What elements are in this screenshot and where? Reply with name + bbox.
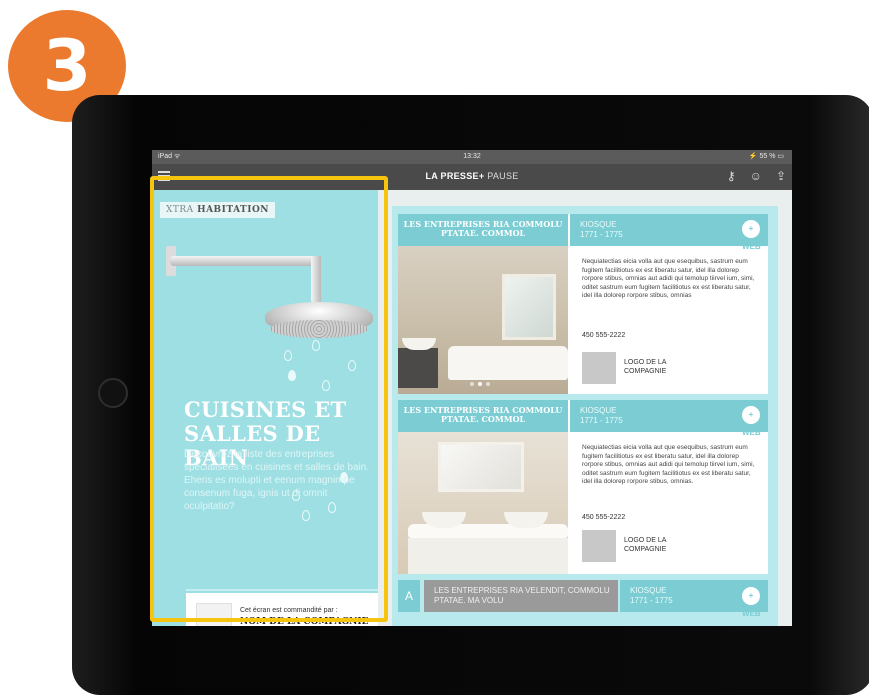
kiosk-range: 1771 - 1775	[580, 230, 623, 239]
company-logo-label: LOGO DE LA COMPAGNIE	[624, 359, 667, 375]
key-icon[interactable]: ⚷	[727, 169, 736, 183]
vanity-shape	[408, 538, 568, 574]
company-card-collapsed[interactable]: A LES ENTREPRISES RIA VELENDIT, COMMOLU …	[398, 580, 768, 618]
company-logo-label: LOGO DE LA COMPAGNIE	[624, 537, 667, 553]
section-label: PAUSE	[487, 171, 519, 181]
company-description: Nequiatectias eicia volla aut que esequi…	[582, 258, 755, 299]
brand-label: LA PRESSE+	[425, 171, 485, 181]
bathtub-shape	[448, 346, 568, 380]
bathroom-photo[interactable]	[398, 246, 568, 394]
battery-indicator: ⚡ 55 % ▭	[748, 153, 784, 160]
company-logo-placeholder	[582, 352, 616, 384]
vanity-shape	[398, 348, 438, 388]
carousel-dots[interactable]	[470, 382, 490, 386]
person-icon[interactable]: ☺	[750, 169, 762, 183]
kiosk-range: 1771 - 1775	[580, 416, 623, 425]
kiosk-label: KIOSQUE	[580, 220, 617, 229]
alpha-index-letter: A	[398, 580, 420, 612]
kiosk-label: KIOSQUE	[580, 406, 617, 415]
share-icon[interactable]: ⇪	[776, 169, 786, 183]
status-bar: iPad ᯤ 13:32 ⚡ 55 % ▭	[152, 150, 792, 164]
company-title: LES ENTREPRISES RIA VELENDIT, COMMOLU PT…	[424, 580, 618, 612]
web-plus-button[interactable]: + WEB	[742, 220, 761, 251]
company-title: LES ENTREPRISES RIA COMMOLU PTATAE. COMM…	[398, 400, 568, 432]
home-button[interactable]	[98, 378, 128, 408]
highlight-frame	[150, 176, 388, 622]
kiosk-info: KIOSQUE 1771 - 1775 + WEB	[570, 214, 768, 251]
clock: 13:32	[463, 153, 481, 160]
bathroom-photo[interactable]	[398, 432, 568, 574]
company-card[interactable]: LES ENTREPRISES RIA COMMOLU PTATAE. COMM…	[398, 214, 768, 394]
company-logo-placeholder	[582, 530, 616, 562]
company-phone: 450 555-2222	[582, 514, 626, 521]
company-title: LES ENTREPRISES RIA COMMOLU PTATAE. COMM…	[398, 214, 568, 246]
kiosk-info: KIOSQUE 1771 - 1775 + WEB	[620, 580, 768, 618]
web-plus-button[interactable]: + WEB	[742, 406, 761, 437]
kiosk-info: KIOSQUE 1771 - 1775 + WEB	[570, 400, 768, 437]
mirror-shape	[438, 442, 524, 492]
company-card[interactable]: LES ENTREPRISES RIA COMMOLU PTATAE. COMM…	[398, 400, 768, 574]
company-description: Nequiatectias eicia volla aut que esequi…	[582, 444, 755, 485]
web-plus-button[interactable]: + WEB	[742, 587, 761, 618]
company-list: LES ENTREPRISES RIA COMMOLU PTATAE. COMM…	[392, 206, 778, 626]
window-shape	[502, 274, 556, 340]
company-phone: 450 555-2222	[582, 332, 626, 339]
